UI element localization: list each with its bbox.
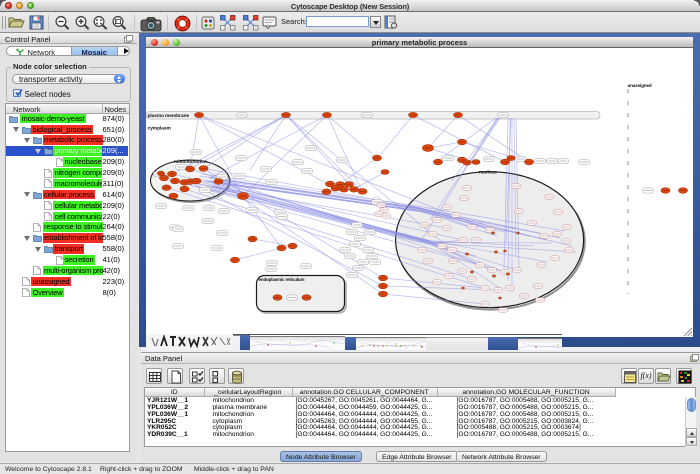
svg-text:unassigned: unassigned: [628, 83, 652, 88]
svg-text:endoplasmic reticulum: endoplasmic reticulum: [259, 277, 305, 282]
svg-text:nucleus: nucleus: [479, 170, 497, 176]
svg-text:cytoplasm: cytoplasm: [148, 126, 172, 132]
svg-text:plasma membrane: plasma membrane: [148, 113, 190, 119]
